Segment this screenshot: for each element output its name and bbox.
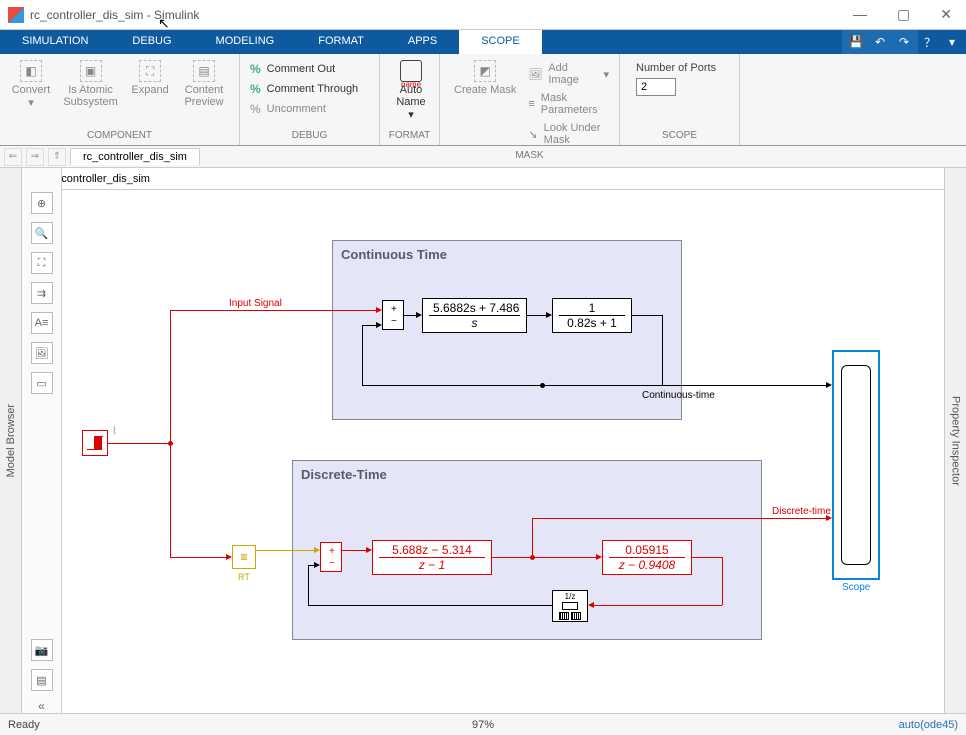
close-button[interactable]: ✕: [934, 4, 958, 25]
sum-discrete[interactable]: +−: [320, 542, 342, 572]
ports-input[interactable]: [636, 78, 676, 96]
convert-button[interactable]: ◧Convert▾: [6, 58, 56, 111]
tab-apps[interactable]: APPS: [386, 30, 459, 54]
breadcrumb-bar: ⊙ ▸ rc_controller_dis_sim ▼: [0, 168, 966, 190]
nav-back-icon[interactable]: ⇐: [4, 148, 22, 166]
scope-label: Scope: [842, 582, 870, 593]
group-label-debug: DEBUG: [246, 128, 373, 143]
redo-icon[interactable]: ↷: [894, 32, 914, 52]
collapse-palette-icon[interactable]: «: [38, 699, 45, 713]
rate-transition-block[interactable]: ▥: [232, 545, 256, 569]
tab-simulation[interactable]: SIMULATION: [0, 30, 110, 54]
wireless-icon: ⌇: [112, 426, 117, 437]
screenshot-icon[interactable]: 📷: [31, 639, 53, 661]
input-signal-label: Input Signal: [229, 298, 282, 309]
title-bar: rc_controller_dis_sim - Simulink — ▢ ✕: [0, 0, 966, 30]
memory-block[interactable]: 1/z: [552, 590, 588, 622]
status-solver[interactable]: auto(ode45): [899, 719, 958, 731]
sum-continuous[interactable]: +−: [382, 300, 404, 330]
app-icon: [8, 7, 24, 23]
tf-discrete-1[interactable]: 5.688z − 5.314 z − 1: [372, 540, 492, 575]
model-canvas[interactable]: Continuous Time Discrete-Time ⌇ ▥ RT +− …: [62, 190, 944, 713]
discrete-title: Discrete-Time: [301, 467, 387, 482]
tab-debug[interactable]: DEBUG: [110, 30, 193, 54]
image-icon[interactable]: 🖼: [31, 342, 53, 364]
status-ready: Ready: [8, 719, 40, 731]
group-label-component: COMPONENT: [6, 128, 233, 143]
uncomment-button[interactable]: %Uncomment: [246, 100, 373, 118]
status-zoom[interactable]: 97%: [472, 719, 494, 731]
ports-label: Number of Ports: [636, 62, 723, 74]
continuous-title: Continuous Time: [341, 247, 447, 262]
expand-button[interactable]: ⛶Expand: [125, 58, 175, 98]
ribbon-tab-bar: SIMULATION DEBUG MODELING FORMAT APPS SC…: [0, 30, 966, 54]
continuous-signal-label: Continuous-time: [642, 390, 715, 401]
save-icon[interactable]: 💾: [846, 32, 866, 52]
discrete-signal-label: Discrete-time: [772, 506, 831, 517]
area-icon[interactable]: ▭: [31, 372, 53, 394]
nav-up-icon[interactable]: ⇑: [48, 148, 66, 166]
auto-name-button[interactable]: name Auto Name▾: [386, 58, 436, 123]
tab-modeling[interactable]: MODELING: [194, 30, 297, 54]
diagnostics-icon[interactable]: ▤: [31, 669, 53, 691]
minimize-button[interactable]: —: [847, 4, 873, 25]
group-label-scope: SCOPE: [626, 128, 733, 143]
status-bar: Ready 97% auto(ode45): [0, 713, 966, 735]
undo-icon[interactable]: ↶: [870, 32, 890, 52]
help-icon[interactable]: ？: [920, 32, 940, 52]
sample-time-icon[interactable]: ⇉: [31, 282, 53, 304]
fit-all-icon[interactable]: ⛶: [31, 252, 53, 274]
mask-parameters-button[interactable]: ≡Mask Parameters: [524, 90, 613, 118]
zoom-icon[interactable]: 🔍: [31, 222, 53, 244]
annotation-icon[interactable]: A≡: [31, 312, 53, 334]
add-image-button[interactable]: 🖼Add Image▾: [524, 60, 613, 88]
scope-screen-icon: [841, 365, 871, 565]
window-title: rc_controller_dis_sim - Simulink: [30, 8, 847, 22]
nav-fwd-icon[interactable]: ⇒: [26, 148, 44, 166]
scope-block[interactable]: [832, 350, 880, 580]
maximize-button[interactable]: ▢: [891, 4, 916, 25]
tf-continuous-2[interactable]: 1 0.82s + 1: [552, 298, 632, 333]
step-block[interactable]: [82, 430, 108, 456]
comment-through-button[interactable]: %Comment Through: [246, 80, 373, 98]
atomic-subsystem-button[interactable]: ▣Is Atomic Subsystem: [56, 58, 125, 110]
group-label-format: FORMAT: [386, 128, 433, 143]
group-label-mask: MASK: [446, 148, 613, 163]
fit-view-icon[interactable]: ⊕: [31, 192, 53, 214]
dropdown-icon[interactable]: ▾: [942, 32, 962, 52]
canvas-palette: ⊕ 🔍 ⛶ ⇉ A≡ 🖼 ▭ 📷 ▤ «: [22, 168, 62, 713]
tab-scope[interactable]: SCOPE: [459, 30, 542, 54]
rt-label: RT: [238, 572, 250, 582]
look-under-mask-button[interactable]: ↘Look Under Mask: [524, 120, 613, 148]
tab-format[interactable]: FORMAT: [296, 30, 386, 54]
content-preview-button[interactable]: ▤Content Preview: [175, 58, 233, 110]
document-tab[interactable]: rc_controller_dis_sim: [70, 148, 200, 165]
toolstrip: ◧Convert▾ ▣Is Atomic Subsystem ⛶Expand ▤…: [0, 54, 966, 146]
comment-out-button[interactable]: %Comment Out: [246, 60, 373, 78]
create-mask-button[interactable]: ◩Create Mask: [446, 58, 524, 98]
tf-discrete-2[interactable]: 0.05915 z − 0.9408: [602, 540, 692, 575]
property-inspector-panel[interactable]: Property Inspector: [944, 168, 966, 713]
model-browser-panel[interactable]: Model Browser: [0, 168, 22, 713]
tf-continuous-1[interactable]: 5.6882s + 7.486 s: [422, 298, 527, 333]
